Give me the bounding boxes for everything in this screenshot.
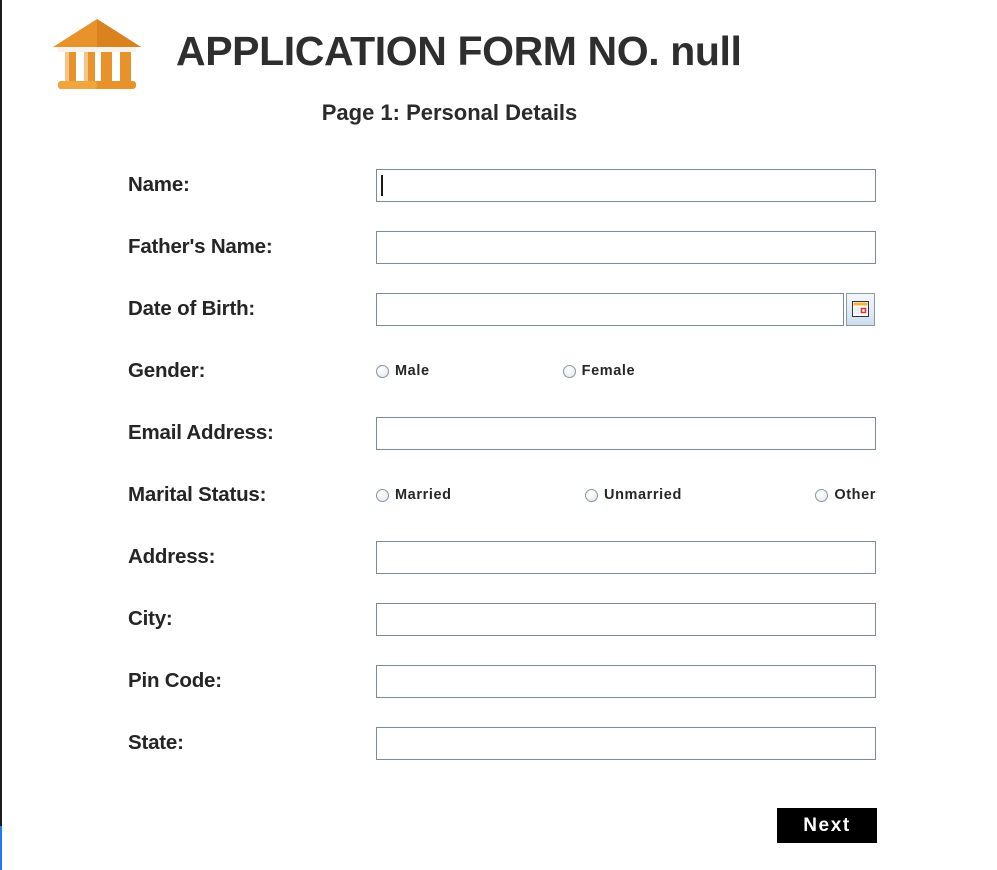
control-fathers-name (376, 230, 997, 264)
field-row-address: Address: (128, 526, 997, 588)
control-marital-status: Married Unmarried Other (376, 487, 997, 503)
field-row-email-address: Email Address: (128, 402, 997, 464)
email-address-input[interactable] (376, 416, 876, 450)
field-row-date-of-birth: Date of Birth: (128, 278, 997, 340)
control-name (376, 168, 997, 202)
field-row-fathers-name: Father's Name: (128, 216, 997, 278)
next-button[interactable]: Next (777, 808, 877, 843)
radio-dot-icon (815, 488, 829, 502)
gender-radio-group: Male Female (376, 363, 876, 379)
field-row-gender: Gender: Male Female (128, 340, 997, 402)
control-date-of-birth (376, 292, 997, 326)
label-gender: Gender: (128, 359, 206, 382)
form-footer: Next (128, 808, 997, 843)
radio-dot-icon (562, 364, 576, 378)
page-subtitle: Page 1: Personal Details (321, 100, 578, 125)
radio-label: Married (395, 487, 452, 503)
radio-label: Male (395, 363, 430, 379)
radio-marital-unmarried[interactable]: Unmarried (585, 487, 682, 503)
bank-building-icon (53, 19, 141, 89)
radio-label: Other (834, 487, 876, 503)
label-state: State: (128, 731, 184, 754)
address-input[interactable] (376, 540, 876, 574)
pin-code-input[interactable] (376, 664, 876, 698)
calendar-icon (852, 301, 869, 317)
page-title: APPLICATION FORM NO. null (176, 27, 742, 74)
label-pin-code: Pin Code: (128, 669, 222, 692)
radio-gender-female[interactable]: Female (562, 363, 636, 379)
control-pin-code (376, 664, 997, 698)
radio-marital-married[interactable]: Married (376, 487, 452, 503)
field-row-marital-status: Marital Status: Married Unmarried Other (128, 464, 997, 526)
radio-label: Female (581, 363, 636, 379)
field-row-name: Name: (128, 154, 997, 216)
label-fathers-name: Father's Name: (128, 235, 273, 258)
date-of-birth-input[interactable] (376, 292, 844, 326)
application-form-page: APPLICATION FORM NO. null Page 1: Person… (2, 0, 997, 870)
radio-marital-other[interactable]: Other (815, 487, 876, 503)
field-row-pin-code: Pin Code: (128, 650, 997, 712)
date-picker-button[interactable] (846, 292, 875, 326)
radio-label: Unmarried (604, 487, 682, 503)
control-state (376, 726, 997, 760)
form-header: APPLICATION FORM NO. null (2, 0, 997, 90)
city-input[interactable] (376, 602, 876, 636)
label-name: Name: (128, 173, 190, 196)
label-email-address: Email Address: (128, 421, 274, 444)
control-gender: Male Female (376, 363, 997, 379)
radio-dot-icon (376, 488, 389, 502)
marital-status-radio-group: Married Unmarried Other (376, 487, 876, 503)
fathers-name-input[interactable] (376, 230, 876, 264)
label-address: Address: (128, 545, 216, 568)
state-input[interactable] (376, 726, 876, 760)
text-caret (381, 174, 383, 196)
label-date-of-birth: Date of Birth: (128, 297, 256, 320)
label-city: City: (128, 607, 173, 630)
control-address (376, 540, 997, 574)
control-email-address (376, 416, 997, 450)
field-row-city: City: (128, 588, 997, 650)
personal-details-form: Name: Father's Name: Date of Birth: Gend… (2, 154, 997, 843)
radio-gender-male[interactable]: Male (376, 363, 430, 379)
radio-dot-icon (376, 364, 389, 378)
field-row-state: State: (128, 712, 997, 774)
name-input[interactable] (376, 168, 876, 202)
radio-dot-icon (585, 488, 598, 502)
control-city (376, 602, 997, 636)
label-marital-status: Marital Status: (128, 483, 267, 506)
